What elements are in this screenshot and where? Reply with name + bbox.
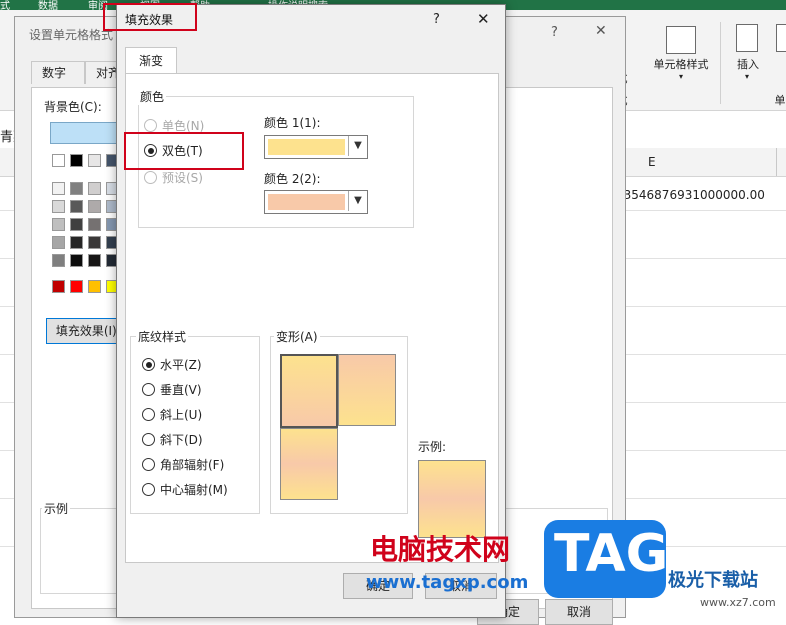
help-icon[interactable]: ? — [551, 25, 558, 40]
column-header-e[interactable]: E — [648, 155, 656, 169]
watermark-logo-text: TAG — [554, 524, 669, 584]
color-swatch[interactable] — [70, 254, 83, 267]
color-swatch[interactable] — [88, 280, 101, 293]
color-swatch[interactable] — [70, 280, 83, 293]
insert-dropdown-icon[interactable]: ▾ — [742, 72, 752, 81]
variant-tile-2[interactable] — [338, 354, 396, 426]
color-swatch[interactable] — [88, 218, 101, 231]
sample-preview — [418, 460, 486, 538]
color2-swatch — [268, 194, 345, 210]
from-center-label: 中心辐射(M) — [160, 483, 228, 497]
watermark-right-brand: 极光下载站 — [668, 570, 758, 591]
insert-icon[interactable] — [736, 24, 758, 52]
tab-number[interactable]: 数字 — [31, 61, 85, 84]
color-swatch[interactable] — [88, 200, 101, 213]
color-swatch[interactable] — [52, 200, 65, 213]
radio-preset[interactable] — [144, 171, 157, 184]
color-swatch[interactable] — [88, 236, 101, 249]
from-corner-label: 角部辐射(F) — [160, 458, 225, 472]
background-color-label: 背景色(C): — [44, 100, 102, 114]
tab-gradient-label: 渐变 — [138, 54, 163, 68]
color-swatch[interactable] — [70, 218, 83, 231]
horizontal-label: 水平(Z) — [160, 358, 202, 372]
partial-cells-group-label: 单 — [774, 94, 786, 107]
shading-styles-label: 底纹样式 — [136, 328, 189, 345]
vertical-label: 垂直(V) — [160, 383, 202, 397]
help-icon[interactable]: ? — [433, 12, 440, 27]
variant-tile-3[interactable] — [280, 428, 338, 500]
color-swatch[interactable] — [52, 236, 65, 249]
color2-label: 颜色 2(2): — [264, 172, 321, 186]
color1-swatch — [268, 139, 345, 155]
cell-e-value[interactable]: 13546876931000000.00 — [616, 188, 765, 202]
color-swatch[interactable] — [70, 200, 83, 213]
variant-tile-1[interactable] — [280, 354, 338, 428]
variants-label: 变形(A) — [274, 328, 320, 345]
delete-icon[interactable] — [776, 24, 786, 52]
chevron-down-icon[interactable]: ▼ — [348, 136, 367, 156]
color-swatch[interactable] — [88, 182, 101, 195]
fill-effects-title: 填充效果 — [125, 13, 174, 27]
color1-dropdown[interactable]: ▼ — [264, 135, 368, 159]
color-swatch[interactable] — [70, 182, 83, 195]
radio-from-corner[interactable] — [142, 458, 155, 471]
watermark-right-url: www.xz7.com — [700, 596, 776, 609]
diagonal-down-label: 斜下(D) — [160, 433, 203, 447]
radio-from-center[interactable] — [142, 483, 155, 496]
radio-two-colors[interactable] — [144, 144, 157, 157]
sample-label: 示例 — [42, 500, 71, 517]
tab-gradient[interactable]: 渐变 — [125, 47, 177, 74]
radio-one-color[interactable] — [144, 119, 157, 132]
cancel-button[interactable]: 取消 — [545, 599, 613, 625]
watermark-site-name: 电脑技术网 — [370, 533, 511, 566]
preset-label: 预设(S) — [162, 171, 203, 185]
colors-group-label: 颜色 — [138, 88, 167, 105]
color1-label: 颜色 1(1): — [264, 116, 321, 130]
radio-horizontal[interactable] — [142, 358, 155, 371]
no-color-swatch[interactable] — [50, 122, 118, 144]
cell-styles-dropdown-icon[interactable]: ▾ — [676, 72, 686, 81]
fill-effects-dialog: 填充效果 ? ✕ 渐变 颜色 单色(N) 双色(T) 预设(S) 颜色 1(1)… — [103, 3, 506, 618]
gradient-panel: 颜色 单色(N) 双色(T) 预设(S) 颜色 1(1): ▼ 颜色 2(2):… — [124, 73, 499, 563]
format-cells-title: 设置单元格格式 — [29, 28, 114, 42]
sample-label: 示例: — [418, 440, 447, 454]
color-swatch[interactable] — [52, 154, 65, 167]
radio-diagonal-down[interactable] — [142, 433, 155, 446]
watermark-logo: TAG — [544, 520, 669, 598]
watermark-site-url: www.tagxp.com — [366, 572, 529, 593]
diagonal-up-label: 斜上(U) — [160, 408, 203, 422]
color-swatch[interactable] — [70, 236, 83, 249]
color-swatch[interactable] — [88, 254, 101, 267]
chevron-down-icon[interactable]: ▼ — [348, 191, 367, 211]
color-swatch[interactable] — [88, 154, 101, 167]
column-border — [776, 148, 777, 176]
close-icon[interactable]: ✕ — [595, 23, 607, 39]
color-swatch[interactable] — [52, 182, 65, 195]
color-swatch[interactable] — [52, 280, 65, 293]
ribbon-divider — [720, 22, 721, 104]
color-swatch[interactable] — [70, 154, 83, 167]
color-swatch[interactable] — [52, 218, 65, 231]
color2-dropdown[interactable]: ▼ — [264, 190, 368, 214]
two-colors-label: 双色(T) — [162, 144, 203, 158]
insert-button[interactable]: 插入 — [730, 56, 766, 72]
radio-diagonal-up[interactable] — [142, 408, 155, 421]
cell-styles-icon[interactable] — [666, 26, 696, 54]
cell-styles-button[interactable]: 单元格样式 — [648, 56, 714, 72]
radio-vertical[interactable] — [142, 383, 155, 396]
close-icon[interactable]: ✕ — [477, 10, 490, 28]
color-swatch[interactable] — [52, 254, 65, 267]
